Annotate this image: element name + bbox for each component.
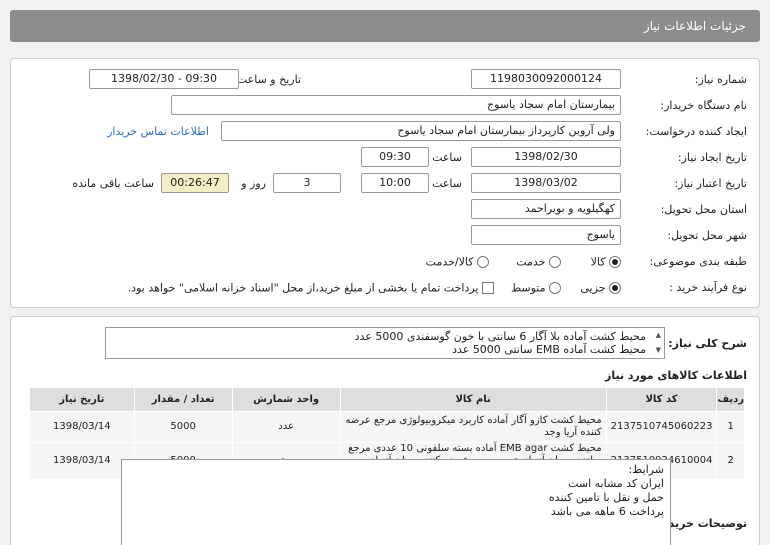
table-header-row: ردیف کد کالا نام کالا واحد شمارش تعداد /… — [29, 387, 745, 412]
row-province: استان محل تحویل: کهگیلویه و بویراحمد — [11, 199, 759, 223]
row-need-number: شماره نیاز: 1198030092000124 تاریخ و ساع… — [11, 69, 759, 93]
summary-label: شرح کلی نیاز: — [668, 337, 747, 350]
requester-field[interactable]: ولی آروین کارپرداز بیمارستان امام سجاد ی… — [221, 121, 621, 141]
validity-date-field[interactable]: 1398/03/02 — [471, 173, 621, 193]
radio-goods[interactable] — [609, 256, 621, 268]
buyer-notes-textarea[interactable]: شرایط: ایران کد مشابه است حمل و نقل با ت… — [121, 459, 671, 545]
need-number-label: شماره نیاز: — [694, 73, 747, 86]
radio-medium[interactable] — [549, 282, 561, 294]
remaining-time-field: 00:26:47 — [161, 173, 229, 193]
process-label: نوع فرآیند خرید : — [669, 281, 747, 294]
category-option-goods[interactable]: کالا — [591, 255, 621, 269]
province-field[interactable]: کهگیلویه و بویراحمد — [471, 199, 621, 219]
summary-textarea[interactable]: ▲ ▼ محیط کشت آماده بلا آگار 6 سانتی با خ… — [105, 327, 665, 359]
buyer-contact-link[interactable]: اطلاعات تماس خریدار — [107, 125, 209, 138]
days-label: روز و — [241, 177, 266, 190]
table-row[interactable]: 1 2137510745060223 محیط کشت کازو آگار آم… — [29, 411, 745, 443]
radio-minor[interactable] — [609, 282, 621, 294]
summary-line: محیط کشت آماده بلا آگار 6 سانتی با خون گ… — [354, 330, 646, 343]
scroll-down-icon[interactable]: ▼ — [656, 344, 661, 357]
note-line: شرایط: — [628, 463, 664, 476]
process-option-medium[interactable]: متوسط — [511, 281, 561, 295]
remaining-label: ساعت باقی مانده — [72, 177, 154, 190]
created-time-label: ساعت — [432, 151, 462, 164]
payment-option[interactable]: پرداخت تمام یا بخشی از مبلغ خرید،از محل … — [128, 281, 494, 295]
scroll-up-icon[interactable]: ▲ — [656, 329, 661, 342]
city-field[interactable]: یاسوج — [471, 225, 621, 245]
category-label: طبقه بندی موضوعی: — [649, 255, 747, 268]
col-date: تاریخ نیاز — [29, 387, 135, 412]
process-option-minor[interactable]: جزیی — [580, 281, 621, 295]
page-title: جزئیات اطلاعات نیاز — [643, 19, 746, 33]
payment-checkbox[interactable] — [482, 282, 494, 294]
row-requester: ایجاد کننده درخواست: ولی آروین کارپرداز … — [11, 121, 759, 145]
col-code: کد کالا — [605, 387, 718, 412]
row-created: تاریخ ایجاد نیاز: 1398/02/30 ساعت 09:30 — [11, 147, 759, 171]
validity-time-field[interactable]: 10:00 — [361, 173, 429, 193]
row-category: طبقه بندی موضوعی: کالا خدمت کالا/خدمت — [11, 251, 759, 275]
validity-label: تاریخ اعتبار نیاز: — [674, 177, 747, 190]
category-option-goods-service[interactable]: کالا/خدمت — [426, 255, 489, 269]
note-line: پرداخت 6 ماهه می باشد — [550, 505, 664, 518]
col-row: ردیف — [716, 387, 745, 412]
payment-note: پرداخت تمام یا بخشی از مبلغ خرید،از محل … — [127, 281, 479, 295]
row-buyer-org: نام دستگاه خریدار: بیمارستان امام سجاد ی… — [11, 95, 759, 119]
note-line: حمل و نقل با تامین کننده — [548, 491, 664, 504]
validity-time-label: ساعت — [432, 177, 462, 190]
radio-service[interactable] — [549, 256, 561, 268]
col-name: نام کالا — [339, 387, 607, 412]
note-line: ایران کد مشابه است — [568, 477, 664, 490]
province-label: استان محل تحویل: — [660, 203, 747, 216]
goods-title: اطلاعات کالاهای مورد نیاز — [605, 369, 747, 382]
col-unit: واحد شمارش — [231, 387, 341, 412]
need-number-field[interactable]: 1198030092000124 — [471, 69, 621, 89]
category-option-service[interactable]: خدمت — [516, 255, 561, 269]
days-field[interactable]: 3 — [273, 173, 341, 193]
announce-field[interactable]: 1398/02/30 - 09:30 — [89, 69, 239, 89]
city-label: شهر محل تحویل: — [667, 229, 747, 242]
need-details-panel: شماره نیاز: 1198030092000124 تاریخ و ساع… — [10, 58, 760, 308]
page-header: جزئیات اطلاعات نیاز — [10, 10, 760, 42]
created-label: تاریخ ایجاد نیاز: — [677, 151, 747, 164]
created-date-field[interactable]: 1398/02/30 — [471, 147, 621, 167]
summary-line: محیط کشت آماده EMB سانتی 5000 عدد — [452, 343, 646, 356]
created-time-field[interactable]: 09:30 — [361, 147, 429, 167]
row-city: شهر محل تحویل: یاسوج — [11, 225, 759, 249]
radio-goods-service[interactable] — [477, 256, 489, 268]
row-process: نوع فرآیند خرید : جزیی متوسط پرداخت تمام… — [11, 277, 759, 301]
buyer-org-field[interactable]: بیمارستان امام سجاد یاسوج — [171, 95, 621, 115]
requester-label: ایجاد کننده درخواست: — [645, 125, 747, 138]
row-validity: تاریخ اعتبار نیاز: 1398/03/02 ساعت 10:00… — [11, 173, 759, 197]
col-qty: تعداد / مقدار — [133, 387, 233, 412]
buyer-org-label: نام دستگاه خریدار: — [660, 99, 747, 112]
goods-panel: شرح کلی نیاز: ▲ ▼ محیط کشت آماده بلا آگا… — [10, 316, 760, 545]
